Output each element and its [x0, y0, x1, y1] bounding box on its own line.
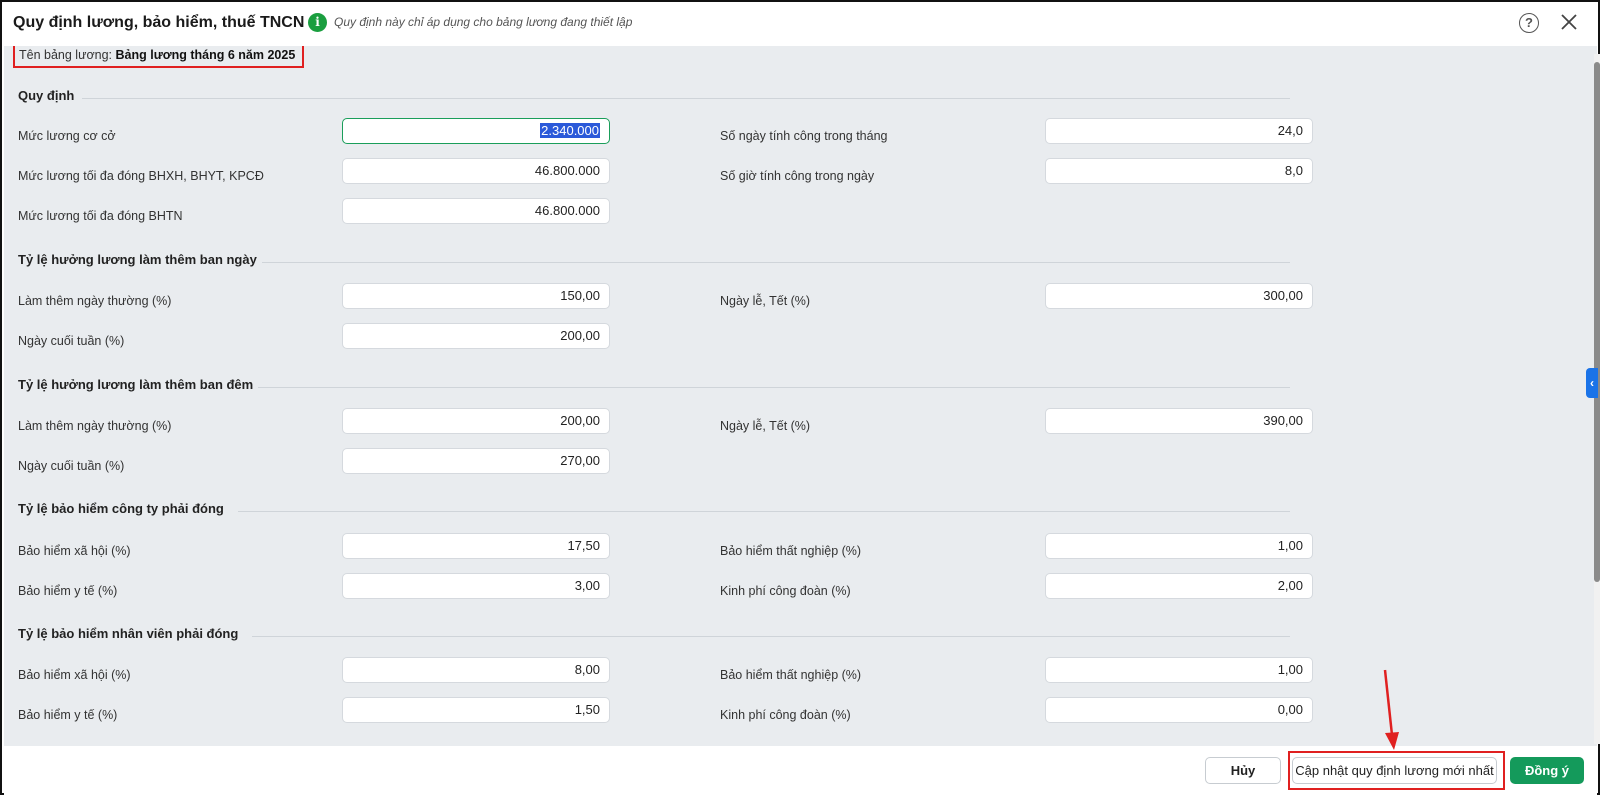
- section-title-overtime-night: Tỷ lệ hưởng lương làm thêm ban đêm: [18, 377, 254, 392]
- ot-day-weekday-label: Làm thêm ngày thường (%): [18, 294, 172, 308]
- help-circle-icon[interactable]: ?: [1519, 13, 1539, 33]
- employee-social-input[interactable]: 8,00: [342, 657, 610, 683]
- employee-health-input[interactable]: 1,50: [342, 697, 610, 723]
- cancel-button[interactable]: Hủy: [1205, 757, 1281, 784]
- close-icon[interactable]: [1558, 11, 1580, 33]
- section-divider: [258, 387, 1290, 388]
- section-divider: [252, 636, 1290, 637]
- base-salary-input[interactable]: 2.340.000: [342, 118, 610, 144]
- company-union-input[interactable]: 2,00: [1045, 573, 1313, 599]
- ot-day-weekday-input[interactable]: 150,00: [342, 283, 610, 309]
- dialog-window: Quy định lương, bảo hiểm, thuế TNCN i Qu…: [0, 0, 1600, 795]
- payroll-name-label: Tên bảng lương:: [19, 48, 113, 62]
- section-divider: [238, 511, 1290, 512]
- max-bhxh-label: Mức lương tối đa đóng BHXH, BHYT, KPCĐ: [18, 169, 264, 183]
- section-title-company-insurance: Tỷ lệ bảo hiểm công ty phải đóng: [18, 501, 224, 516]
- payroll-name: Tên bảng lương: Bảng lương tháng 6 năm 2…: [13, 46, 305, 68]
- chevron-left-icon[interactable]: ‹: [1586, 368, 1598, 398]
- max-bhxh-input[interactable]: 46.800.000: [342, 158, 610, 184]
- dialog-header: Quy định lương, bảo hiểm, thuế TNCN i Qu…: [2, 2, 1598, 46]
- ot-day-weekend-input[interactable]: 200,00: [342, 323, 610, 349]
- work-hours-label: Số giờ tính công trong ngày: [720, 169, 875, 183]
- company-unemployment-label: Bảo hiểm thất nghiệp (%): [720, 544, 862, 558]
- company-social-label: Bảo hiểm xã hội (%): [18, 544, 131, 558]
- employee-unemployment-input[interactable]: 1,00: [1045, 657, 1313, 683]
- max-bhtn-label: Mức lương tối đa đóng BHTN: [18, 209, 183, 223]
- company-health-input[interactable]: 3,00: [342, 573, 610, 599]
- section-divider: [82, 98, 1290, 99]
- ot-night-holiday-input[interactable]: 390,00: [1045, 408, 1313, 434]
- employee-union-label: Kinh phí công đoàn (%): [720, 708, 851, 722]
- ot-night-weekend-label: Ngày cuối tuần (%): [18, 459, 125, 473]
- ot-day-holiday-label: Ngày lễ, Tết (%): [720, 294, 811, 308]
- employee-health-label: Bảo hiểm y tế (%): [18, 708, 118, 722]
- company-health-label: Bảo hiểm y tế (%): [18, 584, 118, 598]
- work-days-label: Số ngày tính công trong tháng: [720, 129, 888, 143]
- payroll-name-value: Bảng lương tháng 6 năm 2025: [115, 48, 296, 62]
- dialog-title: Quy định lương, bảo hiểm, thuế TNCN: [13, 14, 305, 31]
- section-title-regulation: Quy định: [18, 88, 75, 103]
- ot-night-holiday-label: Ngày lễ, Tết (%): [720, 419, 811, 433]
- ot-night-weekday-label: Làm thêm ngày thường (%): [18, 419, 172, 433]
- section-title-overtime-day: Tỷ lệ hưởng lương làm thêm ban ngày: [18, 252, 257, 267]
- info-icon: i: [308, 13, 327, 32]
- form-content: Tên bảng lương: Bảng lương tháng 6 năm 2…: [4, 46, 1597, 746]
- max-bhtn-input[interactable]: 46.800.000: [342, 198, 610, 224]
- work-days-input[interactable]: 24,0: [1045, 118, 1313, 144]
- ot-day-holiday-input[interactable]: 300,00: [1045, 283, 1313, 309]
- section-divider: [262, 262, 1290, 263]
- base-salary-label: Mức lương cơ cở: [18, 129, 116, 143]
- employee-social-label: Bảo hiểm xã hội (%): [18, 668, 131, 682]
- employee-unemployment-label: Bảo hiểm thất nghiệp (%): [720, 668, 862, 682]
- company-social-input[interactable]: 17,50: [342, 533, 610, 559]
- section-title-employee-insurance: Tỷ lệ bảo hiểm nhân viên phải đóng: [18, 626, 239, 641]
- employee-union-input[interactable]: 0,00: [1045, 697, 1313, 723]
- company-union-label: Kinh phí công đoàn (%): [720, 584, 851, 598]
- ot-day-weekend-label: Ngày cuối tuần (%): [18, 334, 125, 348]
- scrollbar-thumb[interactable]: [1594, 62, 1600, 582]
- work-hours-input[interactable]: 8,0: [1045, 158, 1313, 184]
- ok-button[interactable]: Đồng ý: [1510, 757, 1584, 784]
- company-unemployment-input[interactable]: 1,00: [1045, 533, 1313, 559]
- ot-night-weekday-input[interactable]: 200,00: [342, 408, 610, 434]
- ot-night-weekend-input[interactable]: 270,00: [342, 448, 610, 474]
- dialog-footer: Hủy Cập nhật quy định lương mới nhất Đồn…: [4, 746, 1597, 795]
- info-note: Quy định này chỉ áp dụng cho bảng lương …: [334, 15, 633, 29]
- highlight-box: [1288, 751, 1505, 790]
- base-salary-value: 2.340.000: [540, 123, 600, 138]
